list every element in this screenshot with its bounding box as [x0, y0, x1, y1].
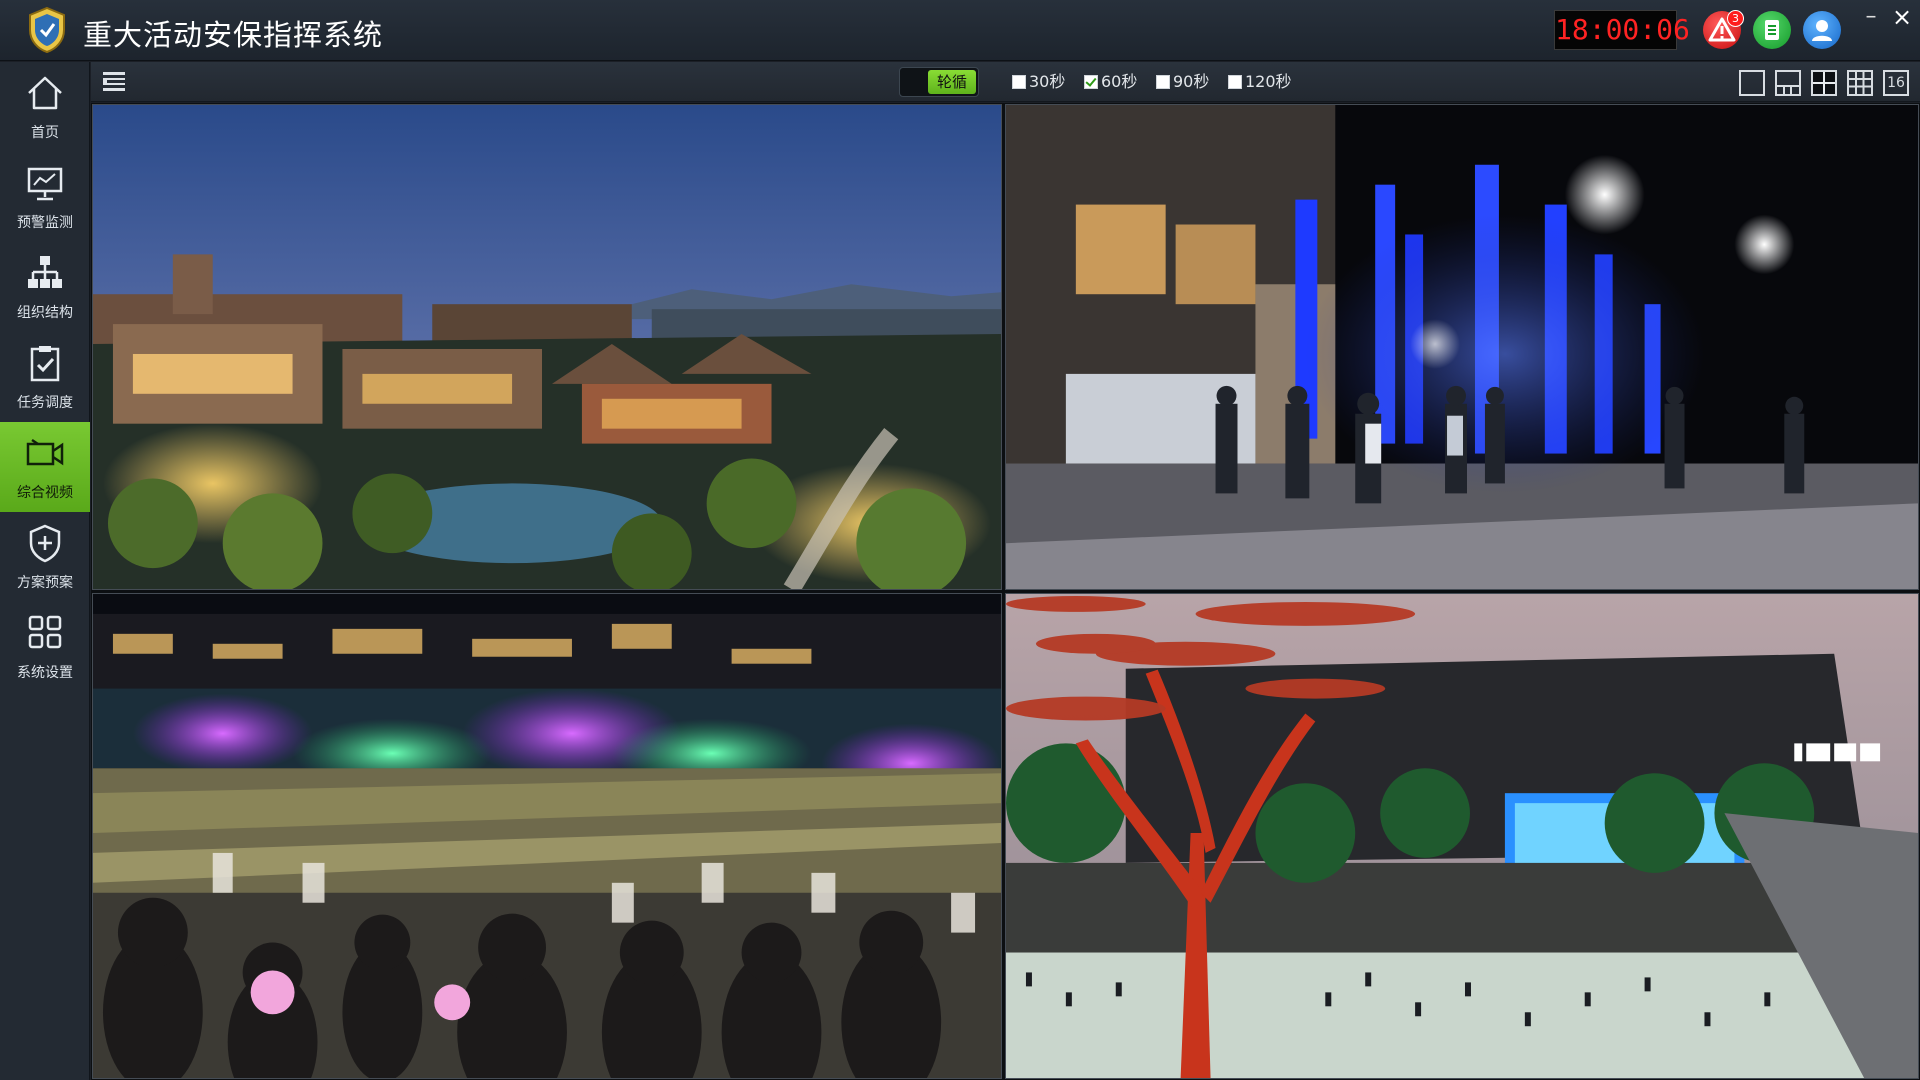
sidebar-item-home[interactable]: 首页 — [0, 62, 90, 152]
grid-settings-icon — [28, 615, 62, 649]
list-toggle-icon[interactable] — [101, 69, 127, 95]
clock-display: 18:00:06 — [1554, 10, 1690, 50]
video-resort-town-image — [93, 105, 1001, 589]
video-feed-3[interactable] — [92, 593, 1002, 1079]
layout-4-button[interactable] — [1811, 70, 1837, 96]
loop-toggle-label: 轮循 — [928, 70, 976, 94]
app-title: 重大活动安保指挥系统 — [83, 18, 384, 52]
interval-option-60[interactable]: 60秒 — [1084, 72, 1137, 92]
close-icon[interactable]: × — [1890, 5, 1914, 30]
user-icon — [1812, 20, 1832, 41]
video-feed-4[interactable] — [1005, 593, 1919, 1079]
layout-16-button[interactable]: 16 — [1883, 70, 1909, 96]
video-toolbar: 轮循 30秒 60秒 90秒 120秒 16 — [91, 62, 1920, 102]
layout-1plus5-button[interactable] — [1775, 70, 1801, 96]
alert-count-badge: 3 — [1727, 10, 1744, 27]
interval-label: 90秒 — [1173, 72, 1210, 91]
sidebar-item-task-dispatch[interactable]: 任务调度 — [0, 332, 90, 422]
title-bar: 重大活动安保指挥系统 18:00:06 3 – × — [0, 0, 1920, 61]
video-feed-1[interactable] — [92, 104, 1002, 590]
home-icon — [28, 76, 62, 110]
interval-label: 120秒 — [1245, 72, 1292, 91]
interval-option-30[interactable]: 30秒 — [1012, 72, 1065, 92]
checkbox[interactable] — [1156, 75, 1170, 89]
sidebar-item-system-settings[interactable]: 系统设置 — [0, 602, 90, 692]
interval-label: 60秒 — [1101, 72, 1138, 91]
sidebar-item-label: 组织结构 — [17, 305, 73, 321]
imax-sign — [1794, 743, 1881, 762]
sidebar-item-organization[interactable]: 组织结构 — [0, 242, 90, 332]
checkbox[interactable] — [1012, 75, 1026, 89]
document-list-icon — [1765, 20, 1779, 40]
shield-logo-icon — [29, 6, 65, 54]
layout-9-button[interactable] — [1847, 70, 1873, 96]
sidebar-item-plans[interactable]: 方案预案 — [0, 512, 90, 602]
user-button[interactable] — [1803, 11, 1841, 49]
interval-option-120[interactable]: 120秒 — [1228, 72, 1292, 92]
video-plaza-blue-trees-image — [1006, 105, 1918, 589]
sidebar-item-label: 首页 — [31, 125, 59, 141]
document-button[interactable] — [1753, 11, 1791, 49]
video-crowd-lightshow-image — [93, 594, 1001, 1078]
sidebar-item-warning-monitor[interactable]: 预警监测 — [0, 152, 90, 242]
video-feed-2[interactable] — [1005, 104, 1919, 590]
interval-label: 30秒 — [1029, 72, 1066, 91]
checkbox[interactable] — [1228, 75, 1242, 89]
sidebar-item-label: 方案预案 — [17, 575, 73, 591]
sidebar-item-label: 系统设置 — [17, 665, 73, 681]
layout-1-button[interactable] — [1739, 70, 1765, 96]
task-clipboard-icon — [30, 346, 60, 382]
sidebar-item-label: 预警监测 — [17, 215, 73, 231]
checkbox-checked[interactable] — [1084, 75, 1098, 89]
sidebar-item-label: 综合视频 — [17, 485, 73, 501]
video-camera-icon — [26, 438, 64, 466]
loop-toggle[interactable]: 轮循 — [899, 67, 979, 97]
sidebar-item-label: 任务调度 — [17, 395, 73, 411]
shield-plus-icon — [29, 524, 61, 563]
layout-4-icon — [1813, 72, 1835, 94]
interval-option-90[interactable]: 90秒 — [1156, 72, 1209, 92]
org-chart-icon — [28, 256, 62, 288]
layout-1plus5-icon — [1777, 85, 1799, 94]
video-grid — [91, 103, 1920, 1080]
layout-9-icon — [1849, 72, 1871, 94]
monitor-icon — [27, 167, 63, 201]
video-imax-plaza-image — [1006, 594, 1918, 1078]
sidebar-item-integrated-video[interactable]: 综合视频 — [0, 422, 90, 512]
minimize-icon[interactable]: – — [1860, 6, 1882, 30]
sidebar: 首页 预警监测 组织结构 任务调度 综合视频 方案预案 系统设置 — [0, 62, 90, 1080]
